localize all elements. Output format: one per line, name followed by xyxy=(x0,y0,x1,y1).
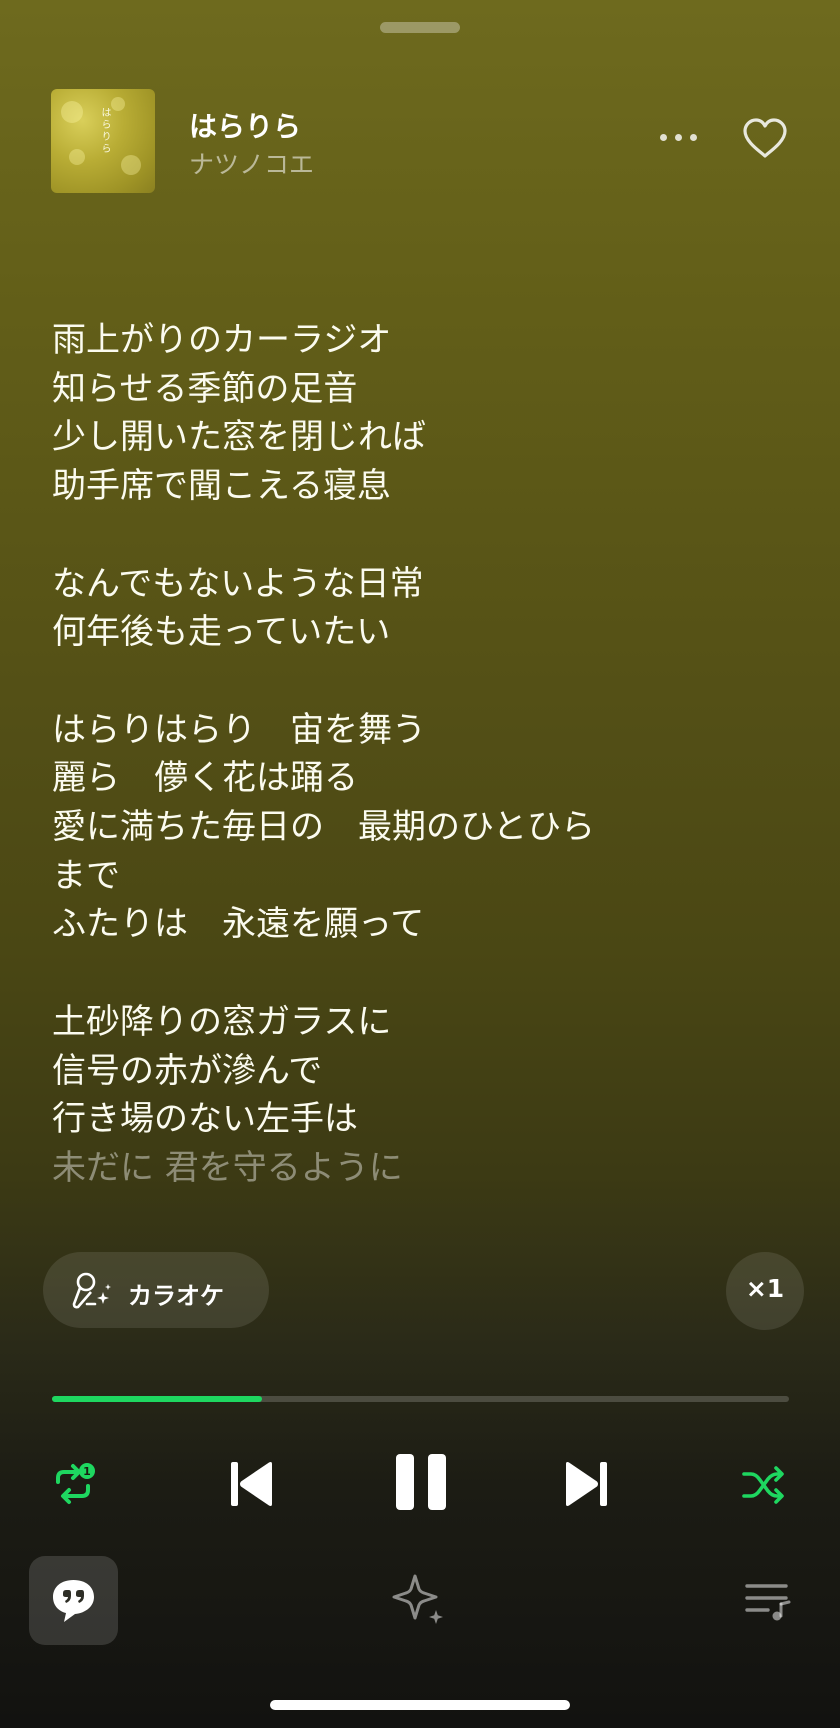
lyric-line[interactable]: まで xyxy=(52,852,792,901)
lyric-line[interactable]: 麗ら 儚く花は踊る xyxy=(52,754,792,803)
lyric-line[interactable]: ふたりは 永遠を願って xyxy=(52,900,792,949)
speed-label: ×1 xyxy=(745,1274,785,1303)
lyric-gap xyxy=(52,949,792,998)
lyric-line[interactable]: 知らせる季節の足音 xyxy=(52,365,792,414)
lyric-line[interactable]: 土砂降りの窓ガラスに xyxy=(52,998,792,1047)
lyric-line[interactable]: 未だに 君を守るように xyxy=(52,1144,792,1193)
lyric-line[interactable]: 行き場のない左手は xyxy=(52,1095,792,1144)
skip-next-icon[interactable] xyxy=(562,1458,610,1510)
shuffle-icon[interactable] xyxy=(741,1464,787,1506)
skip-previous-icon[interactable] xyxy=(228,1458,276,1510)
lyrics-panel[interactable]: 雨上がりのカーラジオ 知らせる季節の足音 少し開いた窓を閉じれば 助手席で聞こえる寝息… xyxy=(52,316,792,1193)
lyric-line[interactable]: 愛に満ちた毎日の 最期のひとひら xyxy=(52,803,792,852)
lyric-line[interactable]: なんでもないような日常 xyxy=(52,560,792,609)
lyric-line[interactable]: 少し開いた窓を閉じれば xyxy=(52,413,792,462)
repeat-one-icon[interactable]: 1 xyxy=(50,1462,96,1506)
progress-bar[interactable] xyxy=(52,1396,789,1402)
album-cover[interactable]: はらりら xyxy=(51,89,155,193)
karaoke-label: カラオケ xyxy=(128,1282,224,1310)
sparkle-icon[interactable] xyxy=(392,1572,448,1628)
quote-bubble-icon xyxy=(53,1580,94,1622)
artist-name[interactable]: ナツノコエ xyxy=(189,145,314,181)
playback-speed-button[interactable]: ×1 xyxy=(726,1252,804,1330)
lyric-line[interactable]: 何年後も走っていたい xyxy=(52,608,792,657)
lyric-line[interactable]: 助手席で聞こえる寝息 xyxy=(52,462,792,511)
sheet-grabber[interactable] xyxy=(380,22,460,33)
lyric-line[interactable]: 雨上がりのカーラジオ xyxy=(52,316,792,365)
lyrics-tab-button[interactable] xyxy=(29,1556,118,1645)
heart-icon[interactable] xyxy=(741,117,789,159)
home-indicator xyxy=(270,1700,570,1710)
pause-icon[interactable] xyxy=(393,1452,449,1512)
karaoke-button[interactable]: カラオケ xyxy=(43,1252,269,1328)
cover-title: はらりら xyxy=(99,107,110,155)
lyric-line[interactable]: 信号の赤が滲んで xyxy=(52,1047,792,1096)
lyric-gap xyxy=(52,657,792,706)
repeat-badge: 1 xyxy=(83,1465,91,1478)
progress-fill xyxy=(52,1396,263,1402)
microphone-sparkle-icon xyxy=(72,1272,111,1309)
lyric-line[interactable]: はらりはらり 宙を舞う xyxy=(52,706,792,755)
queue-icon[interactable] xyxy=(744,1580,792,1622)
song-title[interactable]: はらりら xyxy=(189,105,301,145)
more-icon xyxy=(659,133,667,141)
lyric-gap xyxy=(52,511,792,560)
more-options-button[interactable] xyxy=(655,125,701,149)
now-playing-header: はらりら はらりら ナツノコエ xyxy=(51,89,791,193)
